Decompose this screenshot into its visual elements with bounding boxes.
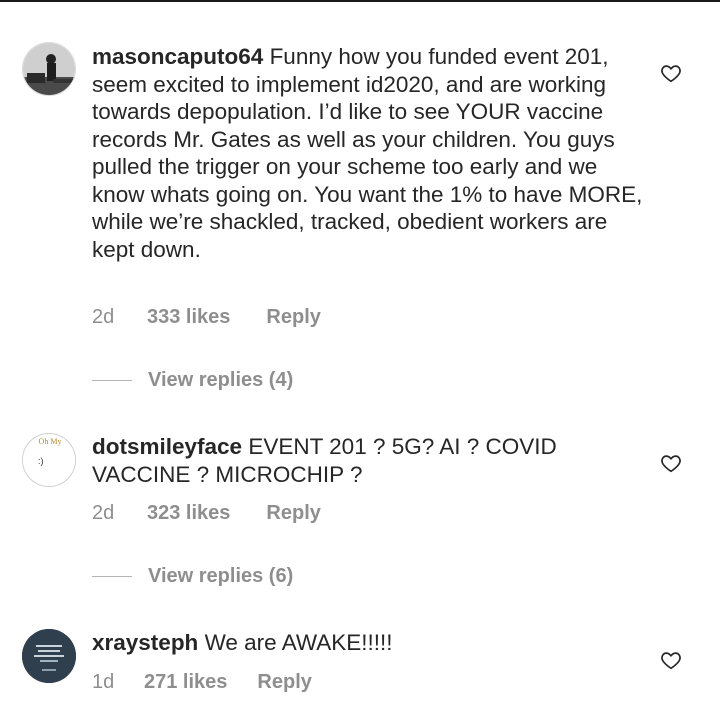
avatar[interactable]	[22, 629, 76, 683]
comment-time: 2d	[92, 502, 115, 524]
view-replies-button[interactable]: View replies (4)	[92, 369, 293, 392]
view-replies-label: View replies (6)	[148, 565, 294, 587]
replies-divider	[92, 576, 132, 577]
comment-body: We are AWAKE!!!!!	[198, 630, 393, 655]
comment-meta: 2d 333 likes Reply	[92, 306, 321, 329]
comment-body: Funny how you funded event 201, seem exc…	[92, 44, 643, 262]
comment-username[interactable]: masoncaputo64	[92, 44, 263, 69]
avatar[interactable]	[22, 42, 76, 96]
comment-username[interactable]: xraysteph	[92, 630, 198, 655]
comment-time: 1d	[92, 671, 115, 693]
replies-divider	[92, 380, 132, 381]
comment-meta: 1d 271 likes Reply	[92, 671, 312, 694]
reply-button[interactable]: Reply	[266, 306, 320, 329]
avatar-text-center: :)	[38, 456, 44, 466]
comment-likes[interactable]: 323 likes	[147, 502, 230, 525]
comment-text: masoncaputo64 Funny how you funded event…	[92, 43, 652, 263]
view-replies-button[interactable]: View replies (6)	[92, 565, 293, 588]
comment-text: xraysteph We are AWAKE!!!!!	[92, 629, 652, 657]
heart-outline-icon[interactable]	[660, 62, 682, 84]
comment-likes[interactable]: 271 likes	[144, 671, 227, 694]
avatar-text-top: Oh My	[39, 437, 62, 446]
top-border	[0, 0, 720, 2]
heart-outline-icon[interactable]	[660, 452, 682, 474]
comment-username[interactable]: dotsmileyface	[92, 434, 242, 459]
reply-button[interactable]: Reply	[266, 502, 320, 525]
reply-button[interactable]: Reply	[257, 671, 311, 694]
avatar[interactable]: Oh My :)	[22, 433, 76, 487]
heart-outline-icon[interactable]	[660, 649, 682, 671]
comment-likes[interactable]: 333 likes	[147, 306, 230, 329]
comment-meta: 2d 323 likes Reply	[92, 502, 321, 525]
view-replies-label: View replies (4)	[148, 369, 294, 391]
comment-time: 2d	[92, 306, 115, 328]
comment-text: dotsmileyface EVENT 201 ? 5G? AI ? COVID…	[92, 433, 652, 488]
